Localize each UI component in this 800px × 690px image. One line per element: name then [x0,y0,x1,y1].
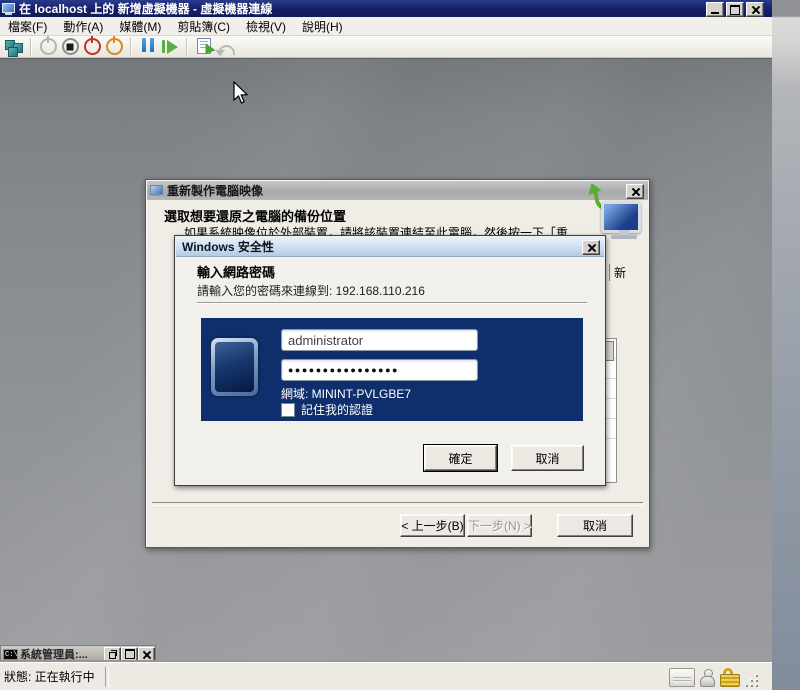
revert-icon [214,44,235,56]
display-icon [669,668,695,687]
credential-panel: administrator ●●●●●●●●●●●●●●●● 網域: MININ… [201,318,583,421]
power-gray-icon [39,38,57,55]
remember-label: 記住我的認證 [301,403,374,417]
cmd-icon: C:\ [3,648,18,660]
wizard-cancel-button[interactable]: 取消 [557,514,633,537]
remember-credentials-row: 記住我的認證 [281,401,373,418]
vm-guest-screen: 重新製作電腦映像 選取想要還原之電腦的備份位置 如果系統映像位於外部裝置，請將該… [0,58,772,663]
username-input[interactable]: administrator [281,329,478,351]
back-button[interactable]: < 上一步(B) [400,514,465,537]
menu-file[interactable]: 檔案(F) [0,16,55,37]
reimage-dialog-titlebar[interactable]: 重新製作電腦映像 [147,181,648,200]
resume-icon [162,39,178,54]
host-desktop-strip [772,0,800,690]
stop-icon [61,38,79,55]
cmd-restore-button[interactable] [104,646,121,662]
security-dialog-titlebar[interactable]: Windows 安全性 [176,237,604,257]
cmd-window-titlebar[interactable]: C:\ 系統管理員:... [0,645,156,663]
wizard-button-row: < 上一步(B) 下一步(N) > 取消 [146,514,649,537]
minimize-button[interactable] [706,2,724,17]
domain-label: 網域: MININT-PVLGBE7 [281,387,412,401]
maximize-icon [124,649,135,659]
pause-icon [140,38,156,55]
window-title: 在 localhost 上的 新增虛擬機器 - 虛擬機器連線 [19,2,273,16]
security-cancel-button[interactable]: 取消 [511,445,584,471]
security-separator [197,302,587,303]
user-tile-icon [211,338,258,396]
statusbar-separator [104,666,109,687]
menu-help[interactable]: 說明(H) [294,16,351,37]
resize-grip[interactable] [746,675,758,687]
next-button: 下一步(N) > [467,514,532,537]
start-button-disabled [38,37,58,57]
resume-button[interactable] [160,37,180,57]
turn-off-button[interactable] [104,37,124,57]
toolbar-separator [186,37,188,56]
windows-security-dialog: Windows 安全性 輸入網路密碼 請輸入您的密碼來連線到: 192.168.… [174,235,606,486]
shutdown-button[interactable] [82,37,102,57]
security-message: 請輸入您的密碼來連線到: 192.168.110.216 [197,284,425,298]
snapshot-button[interactable] [194,37,216,58]
vm-connection-window: 在 localhost 上的 新增虛擬機器 - 虛擬機器連線 檔案(F) 動作(… [0,0,772,690]
security-dialog-title: Windows 安全性 [182,240,274,254]
refresh-button-clipped[interactable]: 新 [609,264,626,281]
power-orange-icon [105,38,123,55]
menu-media[interactable]: 媒體(M) [111,16,169,37]
cmd-window-title: 系統管理員:... [20,649,88,661]
security-heading: 輸入網路密碼 [197,265,276,280]
window-titlebar: 在 localhost 上的 新增虛擬機器 - 虛擬機器連線 [0,0,772,17]
reimage-dialog-icon [150,185,163,196]
menu-clipboard[interactable]: 剪貼簿(C) [169,16,238,37]
cmd-close-button[interactable] [138,646,155,662]
reimage-heading: 選取想要還原之電腦的備份位置 [164,209,347,224]
security-close-button[interactable] [582,240,600,255]
wizard-separator [152,502,643,506]
power-red-icon [83,38,101,55]
toolbar-separator [130,37,132,56]
restore-icon [108,650,117,659]
remember-checkbox[interactable] [281,402,295,417]
reimage-dialog-title: 重新製作電腦映像 [167,184,264,198]
maximize-button[interactable] [726,2,744,17]
menu-view[interactable]: 檢視(V) [238,16,294,37]
password-input[interactable]: ●●●●●●●●●●●●●●●● [281,359,478,381]
status-bar: 狀態: 正在執行中 [0,662,772,690]
ctrl-alt-del-icon [5,39,23,57]
ok-button[interactable]: 確定 [423,444,498,472]
mouse-cursor [233,81,248,104]
menu-action[interactable]: 動作(A) [55,16,111,37]
maximize-icon [730,4,740,15]
menu-bar: 檔案(F) 動作(A) 媒體(M) 剪貼簿(C) 檢視(V) 說明(H) [0,17,772,36]
close-button[interactable] [746,2,764,17]
ctrl-alt-del-button[interactable] [4,37,24,57]
snapshot-icon [196,38,216,58]
user-session-icon [699,669,716,687]
pause-button[interactable] [138,37,158,57]
vm-status-text: 狀態: 正在執行中 [4,670,95,684]
revert-button-disabled [214,37,236,57]
cmd-maximize-button[interactable] [121,646,138,662]
close-icon [142,650,152,659]
screenshot-root: 在 localhost 上的 新增虛擬機器 - 虛擬機器連線 檔案(F) 動作(… [0,0,800,690]
toolbar [0,36,772,58]
minimize-icon [711,12,719,14]
lock-icon [720,668,740,687]
close-icon [751,5,760,15]
restore-computer-icon [592,187,643,241]
close-icon [587,243,596,253]
vm-connect-app-icon [2,2,15,15]
toolbar-separator [30,37,32,56]
stop-button[interactable] [60,37,80,57]
